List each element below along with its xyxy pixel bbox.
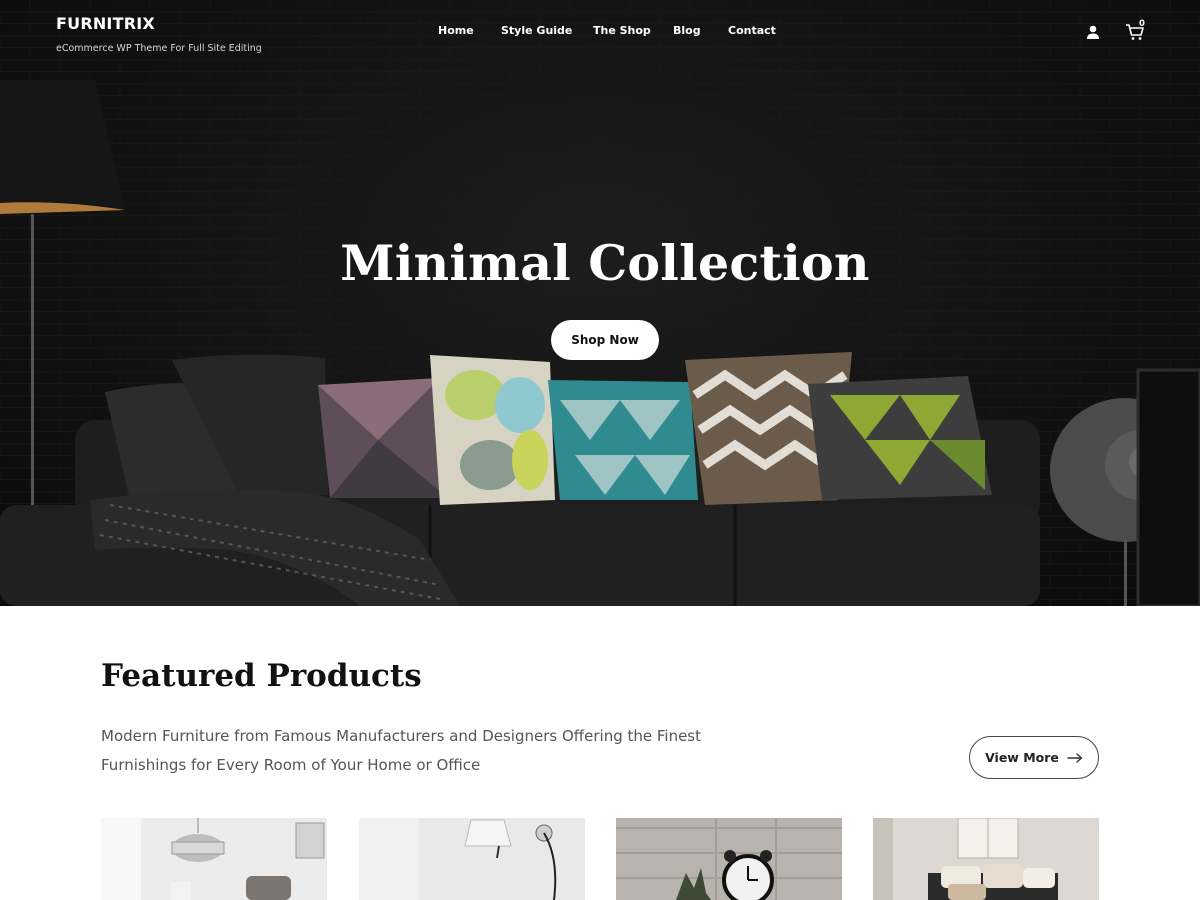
cart-count-badge: 0 (1139, 19, 1145, 29)
hero-banner: FURNITRIX eCommerce WP Theme For Full Si… (0, 0, 1200, 606)
featured-products-description: Modern Furniture from Famous Manufacture… (101, 727, 702, 774)
product-card-image[interactable] (873, 818, 1099, 900)
arrow-right-icon (1067, 752, 1083, 763)
shop-now-button[interactable]: Shop Now (551, 320, 659, 360)
brand[interactable]: FURNITRIX eCommerce WP Theme For Full Si… (56, 14, 262, 54)
user-icon[interactable] (1085, 24, 1101, 40)
nav-item-contact[interactable]: Contact (728, 24, 776, 37)
hero-sofa-image (0, 0, 1200, 606)
view-more-button[interactable]: View More (969, 736, 1099, 779)
site-tagline: eCommerce WP Theme For Full Site Editing (56, 43, 262, 54)
product-image-alarm-clock[interactable] (616, 818, 842, 900)
product-image-chandelier-room[interactable] (101, 818, 327, 900)
site-title[interactable]: FURNITRIX (56, 14, 262, 33)
nav-item-style-guide[interactable]: Style Guide (501, 24, 572, 37)
product-card-image[interactable] (101, 818, 327, 900)
product-image-wall-lamp[interactable] (359, 818, 585, 900)
nav-item-home[interactable]: Home (438, 24, 474, 37)
nav-item-the-shop[interactable]: The Shop (593, 24, 651, 37)
product-image-bedroom[interactable] (873, 818, 1099, 900)
view-more-label: View More (985, 750, 1059, 765)
hero-title: Minimal Collection (340, 234, 870, 292)
product-card-image[interactable] (359, 818, 585, 900)
featured-products-title: Featured Products (101, 658, 422, 694)
nav-item-blog[interactable]: Blog (673, 24, 701, 37)
product-card-image[interactable] (616, 818, 842, 900)
